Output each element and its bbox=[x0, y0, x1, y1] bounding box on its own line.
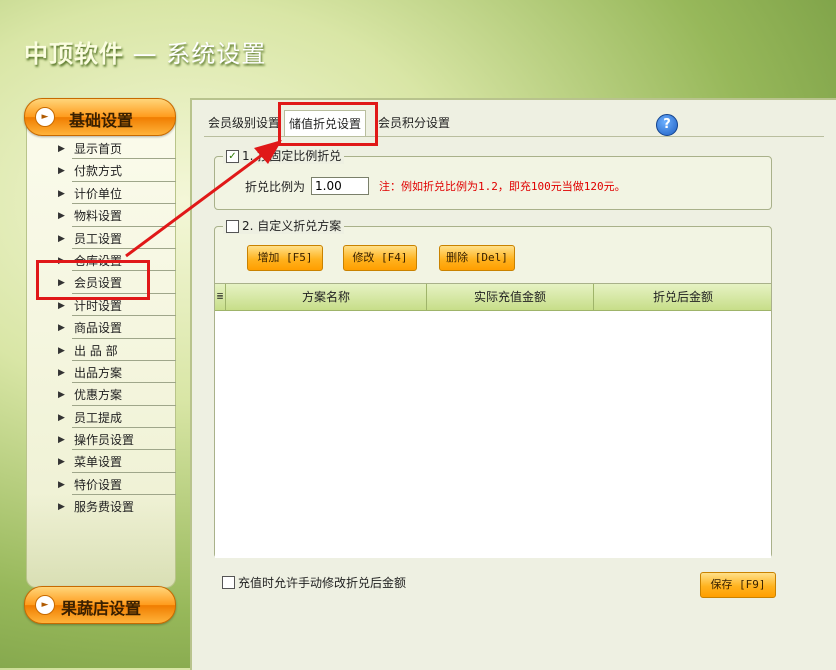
edit-button[interactable]: 修改 [F4] bbox=[343, 245, 417, 271]
delete-button[interactable]: 删除 [Del] bbox=[439, 245, 515, 271]
allow-manual-row: 充值时允许手动修改折兑后金额 bbox=[222, 574, 406, 591]
custom-scheme-legend: 2. 自定义折兑方案 bbox=[223, 218, 345, 234]
bullet-icon: ▶ bbox=[58, 479, 65, 490]
sidebar: ► 基础设置 ▶ 显示首页 ▶ 付款方式 ▶ 计价单位 ▶ 物料设置 ▶ 员工设置 ▶ 仓库… bbox=[24, 98, 176, 624]
help-icon[interactable]: ? bbox=[656, 114, 678, 136]
app-title-main: 中顶软件 bbox=[24, 40, 124, 68]
column-scheme-name[interactable]: 方案名称 bbox=[225, 284, 426, 310]
column-actual-amount[interactable]: 实际充值金额 bbox=[426, 284, 593, 310]
scheme-table-header: ≣ 方案名称 实际充值金额 折兑后金额 bbox=[215, 284, 771, 311]
play-icon: ► bbox=[35, 107, 55, 127]
bullet-icon: ▶ bbox=[58, 166, 65, 177]
bullet-icon: ▶ bbox=[58, 345, 65, 356]
bullet-icon: ▶ bbox=[58, 188, 65, 199]
bullet-icon: ▶ bbox=[58, 457, 65, 468]
custom-scheme-title: 2. 自定义折兑方案 bbox=[242, 219, 342, 233]
bullet-icon: ▶ bbox=[58, 502, 65, 513]
bullet-icon: ▶ bbox=[58, 412, 65, 423]
sidebar-menu: ▶ 显示首页 ▶ 付款方式 ▶ 计价单位 ▶ 物料设置 ▶ 员工设置 ▶ 仓库设置 ▶ 会员设… bbox=[56, 138, 176, 519]
fixed-ratio-checkbox[interactable]: ✓ bbox=[226, 149, 239, 163]
sidebar-item-timing[interactable]: ▶ 计时设置 bbox=[56, 295, 176, 317]
sidebar-item-unit[interactable]: ▶ 计价单位 bbox=[56, 183, 176, 205]
category-basic-button[interactable]: ► 基础设置 bbox=[24, 98, 176, 136]
sidebar-item-special-price[interactable]: ▶ 特价设置 bbox=[56, 474, 176, 496]
bullet-icon: ▶ bbox=[58, 255, 65, 266]
sidebar-item-operator[interactable]: ▶ 操作员设置 bbox=[56, 429, 176, 451]
bullet-icon: ▶ bbox=[58, 323, 65, 334]
allow-manual-label: 充值时允许手动修改折兑后金额 bbox=[238, 576, 407, 590]
settings-window: 会员级别设置 储值折兑设置 会员积分设置 ? ✓ 1. 按固定比例折兑 折兑比例… bbox=[190, 98, 836, 670]
bullet-icon: ▶ bbox=[58, 300, 65, 311]
tab-member-level[interactable]: 会员级别设置 bbox=[204, 110, 284, 136]
sidebar-item-warehouse[interactable]: ▶ 仓库设置 bbox=[56, 250, 176, 272]
ratio-input[interactable] bbox=[311, 177, 370, 195]
sidebar-item-discount[interactable]: ▶ 优惠方案 bbox=[56, 384, 176, 406]
add-button[interactable]: 增加 [F5] bbox=[247, 245, 323, 271]
fixed-ratio-title: 1. 按固定比例折兑 bbox=[242, 149, 342, 163]
sidebar-item-service-fee[interactable]: ▶ 服务费设置 bbox=[56, 496, 176, 518]
bullet-icon: ▶ bbox=[58, 211, 65, 222]
sidebar-item-menu[interactable]: ▶ 菜单设置 bbox=[56, 451, 176, 473]
fixed-ratio-group: ✓ 1. 按固定比例折兑 折兑比例为 注：例如折兑比例为1.2，即充100元当做… bbox=[214, 148, 772, 210]
custom-scheme-checkbox[interactable] bbox=[226, 219, 239, 233]
ratio-row: 折兑比例为 注：例如折兑比例为1.2，即充100元当做120元。 bbox=[245, 177, 626, 195]
sidebar-item-home[interactable]: ▶ 显示首页 bbox=[56, 138, 176, 160]
sidebar-item-member[interactable]: ▶ 会员设置 bbox=[56, 272, 176, 294]
bullet-icon: ▶ bbox=[58, 278, 65, 289]
sidebar-item-product[interactable]: ▶ 商品设置 bbox=[56, 317, 176, 339]
tab-member-points[interactable]: 会员积分设置 bbox=[374, 110, 454, 136]
sidebar-item-payment[interactable]: ▶ 付款方式 bbox=[56, 160, 176, 182]
app-title-sub: — 系统设置 bbox=[124, 40, 267, 68]
sidebar-item-output-plan[interactable]: ▶ 出品方案 bbox=[56, 362, 176, 384]
tab-divider bbox=[204, 136, 824, 137]
custom-scheme-group: 2. 自定义折兑方案 增加 [F5] 修改 [F4] 删除 [Del] ≣ 方案… bbox=[214, 218, 772, 558]
bullet-icon: ▶ bbox=[58, 233, 65, 244]
ratio-label: 折兑比例为 bbox=[245, 179, 306, 194]
bullet-icon: ▶ bbox=[58, 367, 65, 378]
category-basic-label: 基础设置 bbox=[69, 111, 134, 130]
play-icon: ► bbox=[35, 595, 55, 615]
sidebar-item-output-dept[interactable]: ▶ 出 品 部 bbox=[56, 340, 176, 362]
app-title: 中顶软件 — 系统设置 bbox=[24, 34, 266, 69]
category-fruit-label: 果蔬店设置 bbox=[61, 599, 142, 618]
bullet-icon: ▶ bbox=[58, 144, 65, 154]
bullet-icon: ▶ bbox=[58, 390, 65, 401]
category-fruit-button[interactable]: ► 果蔬店设置 bbox=[24, 586, 176, 624]
allow-manual-checkbox[interactable] bbox=[222, 576, 235, 589]
fixed-ratio-legend: ✓ 1. 按固定比例折兑 bbox=[223, 148, 345, 164]
tab-stored-value[interactable]: 储值折兑设置 bbox=[284, 110, 367, 137]
bullet-icon: ▶ bbox=[58, 435, 65, 446]
save-button[interactable]: 保存 [F9] bbox=[700, 572, 776, 598]
sidebar-item-commission[interactable]: ▶ 员工提成 bbox=[56, 407, 176, 429]
sidebar-item-staff[interactable]: ▶ 员工设置 bbox=[56, 228, 176, 250]
sidebar-item-material[interactable]: ▶ 物料设置 bbox=[56, 205, 176, 227]
column-converted-amount[interactable]: 折兑后金额 bbox=[593, 284, 772, 310]
scheme-table[interactable]: ≣ 方案名称 实际充值金额 折兑后金额 bbox=[215, 283, 771, 558]
ratio-note: 注：例如折兑比例为1.2，即充100元当做120元。 bbox=[379, 180, 626, 193]
row-indicator-header: ≣ bbox=[216, 292, 224, 302]
